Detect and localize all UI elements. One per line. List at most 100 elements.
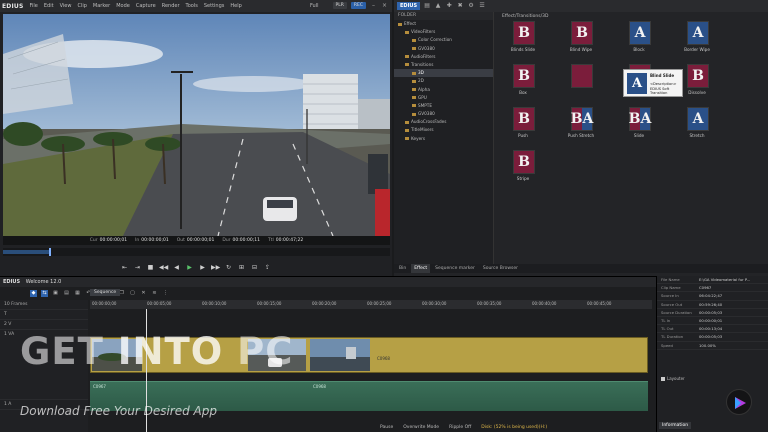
overwrite-icon[interactable]: ⊟ bbox=[250, 263, 259, 272]
effect-preview-icon: B bbox=[513, 21, 535, 45]
step-back-icon[interactable]: ◀ bbox=[172, 263, 181, 272]
effect-thumb[interactable]: B Box bbox=[501, 64, 545, 104]
delete-icon[interactable]: ✖ bbox=[456, 2, 464, 10]
up-icon[interactable]: ▲ bbox=[434, 2, 442, 10]
effect-thumb[interactable]: A Border Wipe bbox=[675, 21, 719, 61]
audio-clip[interactable]: C0968 bbox=[310, 381, 648, 411]
effect-thumb[interactable]: B Blind Wipe bbox=[559, 21, 603, 61]
scrub-bar[interactable] bbox=[3, 248, 390, 256]
ruler-tick-label: 00:00:20;00 bbox=[312, 301, 337, 306]
tree-item[interactable]: Alpha bbox=[394, 86, 493, 94]
export-icon[interactable]: ⇪ bbox=[263, 263, 272, 272]
scrub-handle[interactable] bbox=[49, 248, 52, 256]
track-mode-icon[interactable]: ◆ bbox=[30, 289, 37, 297]
play-icon[interactable]: ▶ bbox=[185, 263, 194, 272]
menu-render[interactable]: Render bbox=[162, 3, 180, 9]
menu-capture[interactable]: Capture bbox=[136, 3, 156, 9]
display-mode[interactable]: Full bbox=[310, 3, 319, 9]
layouter-item[interactable]: Layouter bbox=[661, 376, 685, 381]
track-t[interactable]: T bbox=[0, 310, 88, 320]
tab-source-browser[interactable]: Source Browser bbox=[480, 264, 521, 273]
folder-icon bbox=[412, 96, 416, 100]
tree-item[interactable]: Effect bbox=[394, 20, 493, 28]
effect-palette: EDIUS ▤ ▲ ✚ ✖ ⚙ ☰ FOLDER Effect VideoFilt… bbox=[394, 0, 768, 276]
tree-item[interactable]: AudioFilters bbox=[394, 53, 493, 61]
tab-effect[interactable]: Effect bbox=[411, 264, 431, 273]
time-ruler[interactable]: 00:00:00;00 00:00:05;00 00:00:10;00 00:00:1… bbox=[90, 300, 652, 309]
effect-thumb[interactable] bbox=[559, 64, 603, 104]
open-icon[interactable]: ▤ bbox=[63, 290, 70, 297]
properties-icon[interactable]: ⚙ bbox=[467, 2, 475, 10]
split-icon[interactable]: ⋮ bbox=[162, 290, 169, 297]
checkbox-icon[interactable] bbox=[661, 377, 665, 381]
folder-icon bbox=[412, 47, 416, 51]
effect-thumb[interactable]: A Block bbox=[617, 21, 661, 61]
menu-clip[interactable]: Clip bbox=[77, 3, 86, 9]
effect-thumb[interactable]: BA Slide bbox=[617, 107, 661, 147]
track-2v[interactable]: 2 V bbox=[0, 320, 88, 330]
save-icon[interactable]: ▦ bbox=[74, 290, 81, 297]
set-out-icon[interactable]: ⇥ bbox=[133, 263, 142, 272]
menu-view[interactable]: View bbox=[60, 3, 72, 9]
menu-help[interactable]: Help bbox=[230, 3, 241, 9]
menu-settings[interactable]: Settings bbox=[204, 3, 225, 9]
close-icon[interactable]: × bbox=[381, 2, 388, 9]
watermark-logo: GET INTO PC bbox=[20, 330, 294, 373]
tab-bin[interactable]: Bin bbox=[396, 264, 409, 273]
ripple-icon[interactable]: ≋ bbox=[151, 290, 158, 297]
new-sequence-icon[interactable]: ▣ bbox=[52, 290, 59, 297]
paste-icon[interactable]: ▢ bbox=[129, 290, 136, 297]
view-icon[interactable]: ☰ bbox=[478, 2, 486, 10]
tree-item[interactable]: GPU bbox=[394, 94, 493, 102]
tree-item[interactable]: AudioCrossFades bbox=[394, 118, 493, 126]
new-icon[interactable]: ✚ bbox=[445, 2, 453, 10]
step-forward-icon[interactable]: ▶ bbox=[198, 263, 207, 272]
tree-item[interactable]: Transitions bbox=[394, 61, 493, 69]
player-window: EDIUS File Edit View Clip Marker Mode Ca… bbox=[0, 0, 392, 276]
folder-icon bbox=[405, 120, 409, 124]
menu-marker[interactable]: Marker bbox=[93, 3, 110, 9]
folder-icon[interactable]: ▤ bbox=[423, 2, 431, 10]
effect-tooltip: A Blind Slide <Description> EDIUS Soft T… bbox=[623, 69, 683, 97]
tree-item[interactable]: 2D bbox=[394, 77, 493, 85]
tree-item[interactable]: VideoFilters bbox=[394, 28, 493, 36]
menu-tools[interactable]: Tools bbox=[186, 3, 198, 9]
sequence-tab[interactable]: Sequence bbox=[90, 289, 121, 296]
stop-icon[interactable]: ■ bbox=[146, 263, 155, 272]
tree-item[interactable]: GV0380 bbox=[394, 110, 493, 118]
tree-item[interactable]: SMPTE bbox=[394, 102, 493, 110]
set-in-icon[interactable]: ⇤ bbox=[120, 263, 129, 272]
minimize-icon[interactable]: – bbox=[370, 2, 377, 9]
menu-file[interactable]: File bbox=[30, 3, 38, 9]
effect-thumb[interactable]: B Blinds Slide bbox=[501, 21, 545, 61]
fast-forward-icon[interactable]: ▶▶ bbox=[211, 263, 220, 272]
effect-thumb[interactable]: BA Push Stretch bbox=[559, 107, 603, 147]
effect-label: Blind Wipe bbox=[569, 47, 593, 52]
rewind-icon[interactable]: ◀◀ bbox=[159, 263, 168, 272]
clip-label: C0968 bbox=[377, 356, 390, 361]
sync-lock-icon[interactable]: ⇆ bbox=[41, 289, 48, 297]
tree-item[interactable]: Keyers bbox=[394, 135, 493, 143]
effect-thumb[interactable]: A Stretch bbox=[675, 107, 719, 147]
effect-preview-icon: A bbox=[629, 21, 651, 45]
track-frames[interactable]: 10 Frames bbox=[0, 300, 88, 310]
tree-item[interactable]: GV0380 bbox=[394, 45, 493, 53]
effect-preview-icon: A bbox=[687, 107, 709, 131]
plr-badge[interactable]: PLR bbox=[332, 2, 347, 9]
tab-sequence-marker[interactable]: Sequence marker bbox=[432, 264, 478, 273]
menu-edit[interactable]: Edit bbox=[44, 3, 54, 9]
tree-item[interactable]: Color Correction bbox=[394, 36, 493, 44]
folder-icon bbox=[398, 22, 402, 26]
effect-thumb[interactable]: B Push bbox=[501, 107, 545, 147]
rec-badge[interactable]: REC bbox=[350, 2, 366, 9]
tree-item[interactable]: 3D bbox=[394, 69, 493, 78]
loop-icon[interactable]: ↻ bbox=[224, 263, 233, 272]
effect-thumb[interactable]: B Stripe bbox=[501, 150, 545, 190]
tree-item[interactable]: TitleMixers bbox=[394, 126, 493, 134]
tab-information[interactable]: Information bbox=[659, 422, 692, 429]
tooltip-preview-icon: A bbox=[627, 73, 647, 94]
tc-cur: Cur 00:00:00;01 bbox=[89, 238, 128, 243]
delete-clip-icon[interactable]: ✕ bbox=[140, 290, 147, 297]
menu-mode[interactable]: Mode bbox=[116, 3, 130, 9]
insert-icon[interactable]: ⊞ bbox=[237, 263, 246, 272]
